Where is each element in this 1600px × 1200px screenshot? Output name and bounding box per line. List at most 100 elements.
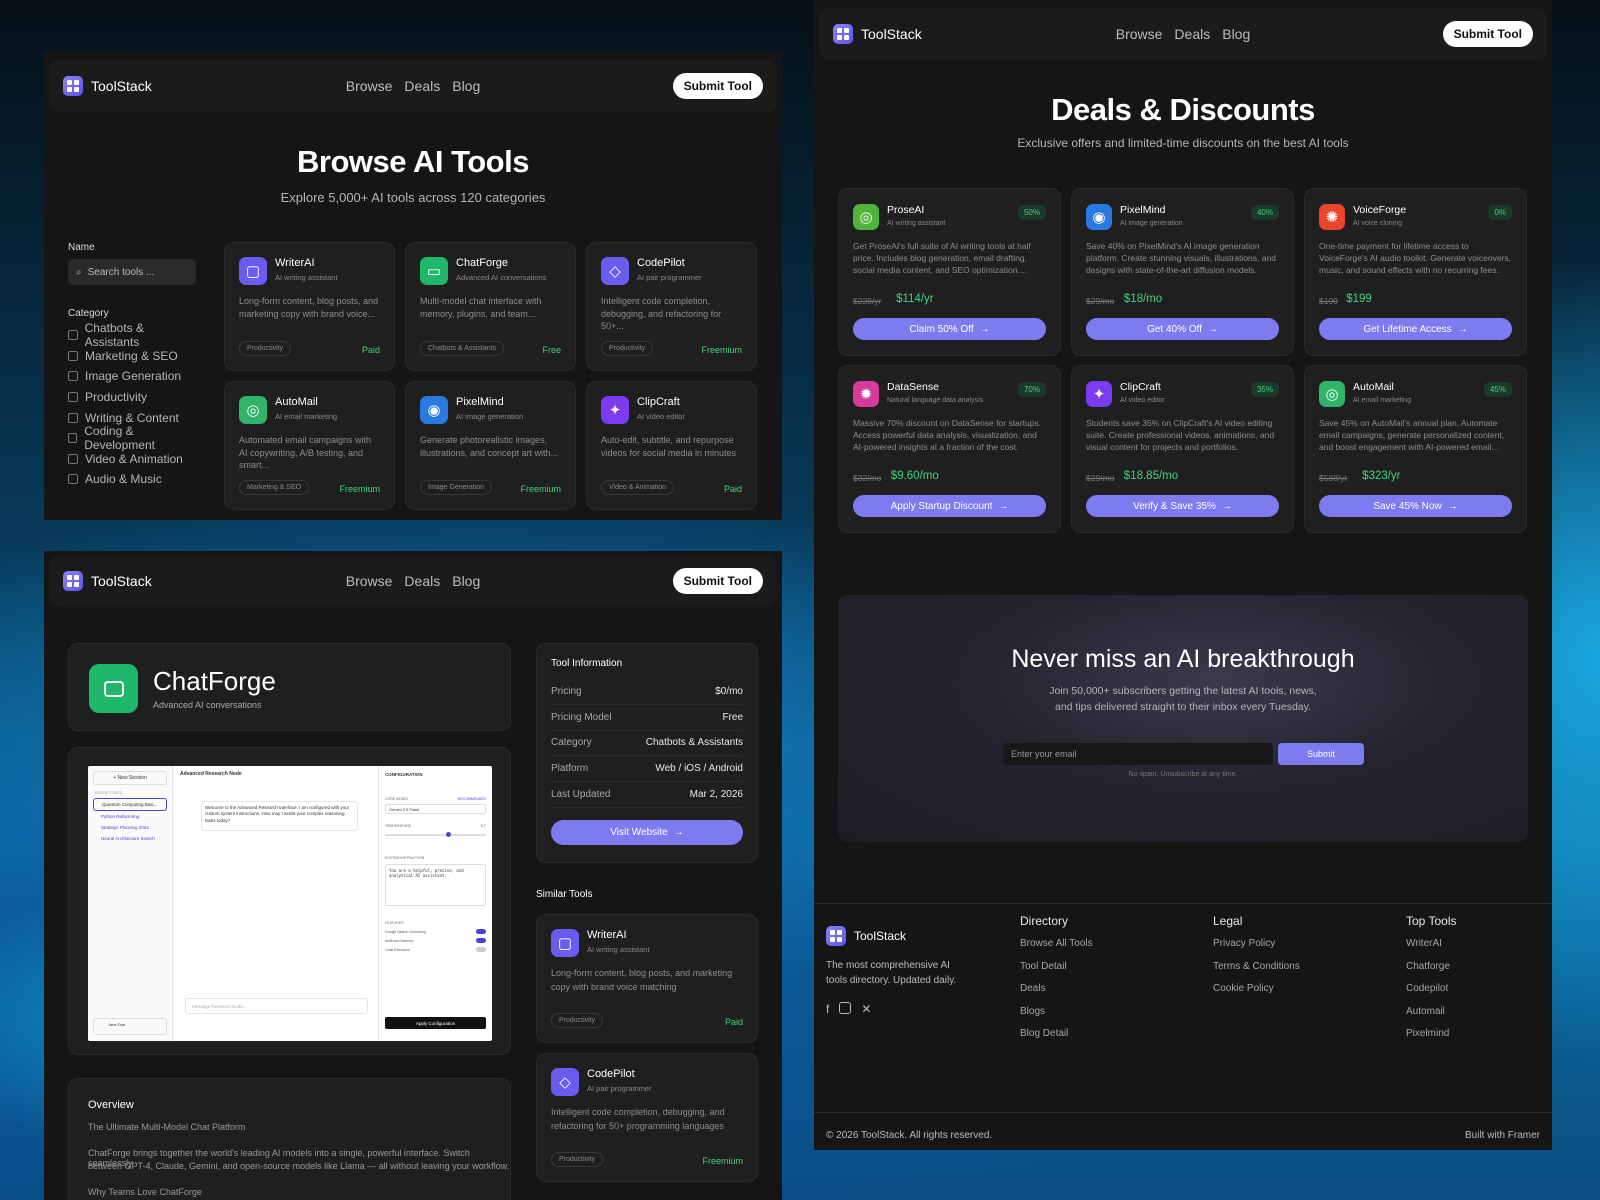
tool-card[interactable]: ◎ AutoMail AI email marketing Automated ema… [224,381,395,510]
deal-cta-button[interactable]: Verify & Save 35% → [1086,495,1279,517]
toggle-switch[interactable] [476,938,486,943]
submit-tool-button[interactable]: Submit Tool [1442,21,1533,47]
tool-card[interactable]: ▭ ChatForge Advanced AI conversations Multi… [405,242,576,371]
newsletter-submit-button[interactable]: Submit [1278,743,1364,765]
footer-logo[interactable]: ToolStack [826,926,956,946]
deal-cta-button[interactable]: Apply Startup Discount → [853,495,1046,517]
footer-link[interactable]: Privacy Policy [1213,938,1300,961]
brand-name: ToolStack [861,26,922,42]
deal-card: ◉ PixelMind AI image generation 40% Save 40%… [1071,188,1294,356]
deal-description: One-time payment for lifetime access to … [1319,241,1512,275]
deal-card: ◎ AutoMail AI email marketing 45% Save 45% o… [1304,365,1527,533]
nav-deals[interactable]: Deals [1174,26,1210,42]
facebook-icon[interactable]: f [826,1002,829,1016]
nav-browse[interactable]: Browse [1116,26,1163,42]
nav-blog[interactable]: Blog [1222,26,1250,42]
search-input[interactable]: ⌕ Search tools ... [68,259,196,285]
feature-toggle-row[interactable]: Google Search Grounding [385,929,486,934]
category-checkbox[interactable]: Image Generation [68,366,196,387]
nav-browse[interactable]: Browse [346,78,393,94]
logo-icon [63,571,83,591]
user-chip[interactable]: Jane Doe [93,1018,167,1035]
model-select[interactable]: Gemini 2.5 Flash [385,804,486,814]
footer-link[interactable]: Terms & Conditions [1213,961,1300,984]
info-label: Pricing [551,685,582,697]
footer-link[interactable]: Chatforge [1406,961,1456,984]
overview-text-2: between GPT-4, Claude, Gemini, and open-… [88,1161,510,1171]
chat-input[interactable]: Message Research Node... [185,998,368,1014]
checkbox-icon [68,433,78,444]
footer-link[interactable]: Blog Detail [1020,1028,1093,1051]
footer-link[interactable]: Codepilot [1406,983,1456,1006]
logo[interactable]: ToolStack [833,24,922,44]
tool-card[interactable]: ◉ PixelMind AI image generation Generate ph… [405,381,576,510]
new-session-button[interactable]: + New Session [93,771,167,785]
instagram-icon[interactable] [839,1002,852,1014]
category-checkbox[interactable]: Audio & Music [68,469,196,490]
category-checkbox[interactable]: Chatbots & Assistants [68,321,196,349]
footer-link[interactable]: Browse All Tools [1020,938,1093,961]
arrow-right-icon: → [979,323,990,335]
nav-blog[interactable]: Blog [452,573,480,589]
nav-deals[interactable]: Deals [404,78,440,94]
tool-card[interactable]: ◇ CodePilot AI pair programmer Intelligent … [586,242,757,371]
deal-cta-button[interactable]: Get 40% Off → [1086,318,1279,340]
x-icon[interactable]: ✕ [861,1002,871,1016]
tool-description: Generate photorealistic images, illustra… [420,435,559,458]
deal-cta-button[interactable]: Save 45% Now → [1319,495,1512,517]
page-title: Deals & Discounts [1051,92,1315,127]
sparkle-icon: ✦ [1086,381,1112,407]
deal-cta-button[interactable]: Claim 50% Off → [853,318,1046,340]
sun-icon: ✺ [1319,204,1345,230]
logo[interactable]: ToolStack [63,76,152,96]
footer-link[interactable]: Cookie Policy [1213,983,1300,1006]
similar-tool-card[interactable]: ▢ WriterAI AI writing assistant Long-form c… [536,914,758,1043]
built-with[interactable]: Built with Framer [1465,1130,1540,1141]
footer-link[interactable]: Tool Detail [1020,961,1093,984]
submit-tool-button[interactable]: Submit Tool [672,568,763,594]
nav-deals[interactable]: Deals [404,573,440,589]
page-subtitle: Exclusive offers and limited-time discou… [1017,136,1349,150]
recent-chat-item[interactable]: Python Refactoring [93,811,167,822]
category-tag: Productivity [551,1152,604,1167]
apply-config-button[interactable]: Apply Configuration [385,1017,486,1029]
recent-chat-item[interactable]: Neural Architecture Search [93,833,167,844]
tool-card[interactable]: ▢ WriterAI AI writing assistant Long-form c… [224,242,395,371]
deal-cta-button[interactable]: Get Lifetime Access → [1319,318,1512,340]
toggle-switch[interactable] [476,929,486,934]
toggle-switch[interactable] [476,947,486,952]
submit-tool-button[interactable]: Submit Tool [672,73,763,99]
tool-card[interactable]: ✦ ClipCraft AI video editor Auto-edit, subt… [586,381,757,510]
footer-link[interactable]: Automail [1406,1006,1456,1029]
footer-tagline-1: The most comprehensive AI [826,960,950,971]
recent-chat-item[interactable]: Strategic Planning 2024 [93,822,167,833]
checkbox-icon [68,371,78,382]
category-checkbox[interactable]: Video & Animation [68,449,196,470]
nav-browse[interactable]: Browse [346,573,393,589]
category-checkbox[interactable]: Marketing & SEO [68,346,196,367]
checkbox-icon [68,392,78,403]
square-icon: ▢ [239,257,267,285]
footer-link[interactable]: Pixelmind [1406,1028,1456,1051]
recent-chat-item[interactable]: Quantum Computing Basi... [93,798,167,811]
feature-toggle-row[interactable]: Multi-turn Memory [385,938,486,943]
tool-detail-page: ToolStack Browse Deals Blog Submit Tool Ch… [44,551,782,1200]
footer-link[interactable]: WriterAI [1406,938,1456,961]
tool-description: Auto-edit, subtitle, and repurpose video… [601,435,737,458]
old-price: $228/yr [853,296,882,306]
category-checkbox[interactable]: Coding & Development [68,424,196,452]
visit-website-button[interactable]: Visit Website → [551,819,743,845]
feature-toggle-row[interactable]: Code Execution [385,947,486,952]
search-placeholder: Search tools ... [87,266,155,278]
nav-blog[interactable]: Blog [452,78,480,94]
footer-link[interactable]: Deals [1020,983,1093,1006]
footer-link[interactable]: Blogs [1020,1006,1093,1029]
category-tag: Video & Animation [601,480,675,495]
similar-tool-card[interactable]: ◇ CodePilot AI pair programmer Intelligent … [536,1053,758,1182]
system-instruction-input[interactable]: You are a helpful, precise, and analytic… [385,864,486,906]
logo[interactable]: ToolStack [63,571,152,591]
category-label: Image Generation [85,369,182,384]
email-input[interactable]: Enter your email [1003,743,1273,765]
temperature-slider[interactable] [385,832,486,837]
category-checkbox[interactable]: Productivity [68,387,196,408]
